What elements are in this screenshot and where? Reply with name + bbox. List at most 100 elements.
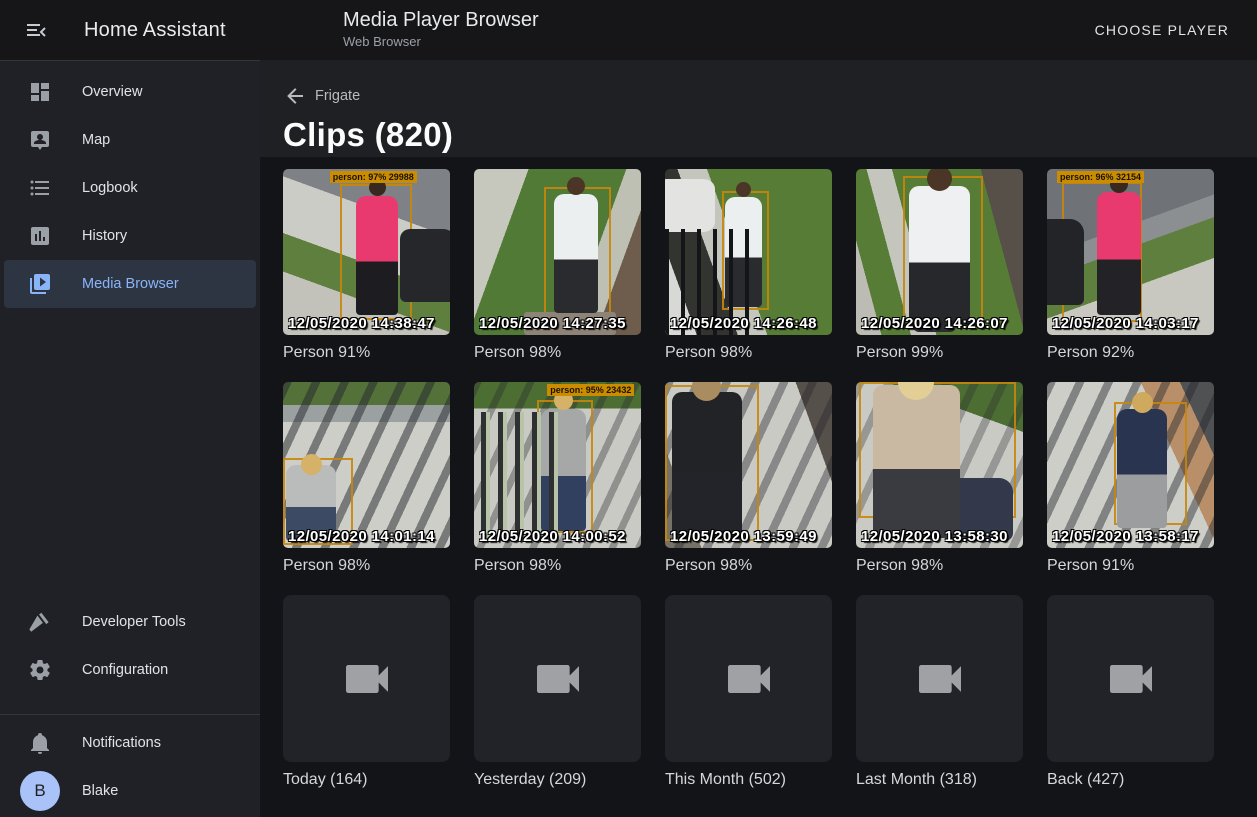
list-bulleted-icon	[28, 176, 52, 200]
detection-label: person: 96% 32154	[1057, 171, 1144, 183]
folder-card-this-month[interactable]: This Month (502)	[665, 595, 832, 789]
folder-label: Last Month (318)	[856, 771, 1023, 789]
person-figure	[672, 392, 742, 538]
clip-thumbnail[interactable]: 12/05/2020 14:26:48	[665, 169, 832, 335]
sidebar-item-label: Media Browser	[82, 276, 179, 292]
timestamp-overlay: 12/05/2020 14:38:47	[288, 315, 435, 332]
account-map-icon	[28, 128, 52, 152]
page-subtitle: Web Browser	[343, 34, 539, 49]
detection-label: person: 95% 23432	[547, 384, 634, 396]
person-figure	[909, 186, 969, 325]
sidebar-item-map[interactable]: Map	[4, 116, 256, 164]
clip-thumbnail[interactable]: 12/05/2020 14:27:35	[474, 169, 641, 335]
avatar: B	[20, 771, 60, 811]
sidebar-item-configuration[interactable]: Configuration	[4, 646, 256, 694]
sidebar-item-developer-tools[interactable]: Developer Tools	[4, 598, 256, 646]
sidebar-item-label: Map	[82, 132, 110, 148]
detection-label: person: 97% 29988	[330, 171, 417, 183]
page-heading: Clips (820)	[283, 116, 1257, 154]
breadcrumb-back[interactable]: Frigate	[283, 84, 360, 108]
clip-caption: Person 91%	[283, 344, 450, 362]
folder-label: This Month (502)	[665, 771, 832, 789]
clip-thumbnail[interactable]: person: 97% 29988 12/05/2020 14:38:47	[283, 169, 450, 335]
folder-thumbnail[interactable]	[856, 595, 1023, 762]
folder-card-today[interactable]: Today (164)	[283, 595, 450, 789]
media-browser-header: Frigate Clips (820)	[260, 60, 1257, 157]
clip-card[interactable]: 12/05/2020 13:59:49 Person 98%	[665, 382, 832, 575]
timestamp-overlay: 12/05/2020 13:58:17	[1052, 528, 1199, 545]
view-dashboard-icon	[28, 80, 52, 104]
page-title-block: Media Player Browser Web Browser	[343, 9, 539, 49]
sidebar-item-overview[interactable]: Overview	[4, 68, 256, 116]
media-browser-panel: Frigate Clips (820) person: 97% 29988 12…	[260, 60, 1257, 817]
clip-thumbnail[interactable]: person: 95% 23432 12/05/2020 14:00:52	[474, 382, 641, 548]
sidebar-divider	[0, 714, 260, 715]
menu-open-icon[interactable]	[12, 6, 60, 54]
person-figure	[1117, 409, 1167, 529]
clip-caption: Person 99%	[856, 344, 1023, 362]
clip-card[interactable]: 12/05/2020 13:58:30 Person 98%	[856, 382, 1023, 575]
folder-card-yesterday[interactable]: Yesterday (209)	[474, 595, 641, 789]
timestamp-overlay: 12/05/2020 14:27:35	[479, 315, 626, 332]
folder-label: Today (164)	[283, 771, 450, 789]
person-figure	[356, 196, 398, 316]
timestamp-overlay: 12/05/2020 13:58:30	[861, 528, 1008, 545]
clip-thumbnail[interactable]: 12/05/2020 14:26:07	[856, 169, 1023, 335]
clip-caption: Person 91%	[1047, 557, 1214, 575]
play-box-multiple-icon	[28, 272, 52, 296]
clip-caption: Person 98%	[665, 557, 832, 575]
fence-shape	[481, 412, 561, 541]
folder-card-back[interactable]: Back (427)	[1047, 595, 1214, 789]
folder-label: Back (427)	[1047, 771, 1214, 789]
clip-card[interactable]: 12/05/2020 13:58:17 Person 91%	[1047, 382, 1214, 575]
timestamp-overlay: 12/05/2020 14:01:14	[288, 528, 435, 545]
hammer-icon	[28, 610, 52, 634]
clip-card[interactable]: 12/05/2020 14:27:35 Person 98%	[474, 169, 641, 362]
person-figure	[1097, 192, 1140, 315]
clip-caption: Person 98%	[474, 557, 641, 575]
sidebar-item-label: Developer Tools	[82, 614, 186, 630]
bell-icon	[28, 731, 52, 755]
timestamp-overlay: 12/05/2020 13:59:49	[670, 528, 817, 545]
person-figure	[554, 194, 597, 314]
folder-thumbnail[interactable]	[665, 595, 832, 762]
folder-thumbnail[interactable]	[1047, 595, 1214, 762]
sidebar-item-label: Overview	[82, 84, 142, 100]
clips-grid: person: 97% 29988 12/05/2020 14:38:47 Pe…	[260, 157, 1257, 789]
timestamp-overlay: 12/05/2020 14:26:48	[670, 315, 817, 332]
video-camera-icon	[1103, 651, 1159, 707]
clip-card[interactable]: person: 95% 23432 12/05/2020 14:00:52 Pe…	[474, 382, 641, 575]
folder-thumbnail[interactable]	[283, 595, 450, 762]
sidebar-item-label: Configuration	[82, 662, 168, 678]
sidebar-item-media-browser[interactable]: Media Browser	[4, 260, 256, 308]
choose-player-button[interactable]: CHOOSE PLAYER	[1087, 0, 1237, 60]
clip-thumbnail[interactable]: 12/05/2020 13:58:17	[1047, 382, 1214, 548]
sidebar-item-label: Logbook	[82, 180, 138, 196]
video-camera-icon	[721, 651, 777, 707]
stroller-shape	[1047, 219, 1084, 305]
clip-thumbnail[interactable]: 12/05/2020 13:59:49	[665, 382, 832, 548]
sidebar-item-logbook[interactable]: Logbook	[4, 164, 256, 212]
sidebar-item-notifications[interactable]: Notifications	[4, 719, 256, 767]
clip-card[interactable]: 12/05/2020 14:01:14 Person 98%	[283, 382, 450, 575]
clip-thumbnail[interactable]: person: 96% 32154 12/05/2020 14:03:17	[1047, 169, 1214, 335]
clip-card[interactable]: 12/05/2020 14:26:07 Person 99%	[856, 169, 1023, 362]
folder-thumbnail[interactable]	[474, 595, 641, 762]
folder-card-last-month[interactable]: Last Month (318)	[856, 595, 1023, 789]
sidebar-item-label: History	[82, 228, 127, 244]
breadcrumb-label: Frigate	[315, 88, 360, 104]
clip-thumbnail[interactable]: 12/05/2020 13:58:30	[856, 382, 1023, 548]
clip-card[interactable]: person: 97% 29988 12/05/2020 14:38:47 Pe…	[283, 169, 450, 362]
clip-card[interactable]: 12/05/2020 14:26:48 Person 98%	[665, 169, 832, 362]
sidebar-item-label: Notifications	[82, 735, 161, 751]
sidebar-item-history[interactable]: History	[4, 212, 256, 260]
car-shape	[665, 179, 715, 232]
clip-caption: Person 98%	[474, 344, 641, 362]
clip-thumbnail[interactable]: 12/05/2020 14:01:14	[283, 382, 450, 548]
stroller-shape	[400, 229, 450, 302]
back-arrow-icon	[283, 84, 307, 108]
timestamp-overlay: 12/05/2020 14:26:07	[861, 315, 1008, 332]
timestamp-overlay: 12/05/2020 14:03:17	[1052, 315, 1199, 332]
clip-card[interactable]: person: 96% 32154 12/05/2020 14:03:17 Pe…	[1047, 169, 1214, 362]
sidebar-item-profile[interactable]: B Blake	[4, 767, 256, 815]
